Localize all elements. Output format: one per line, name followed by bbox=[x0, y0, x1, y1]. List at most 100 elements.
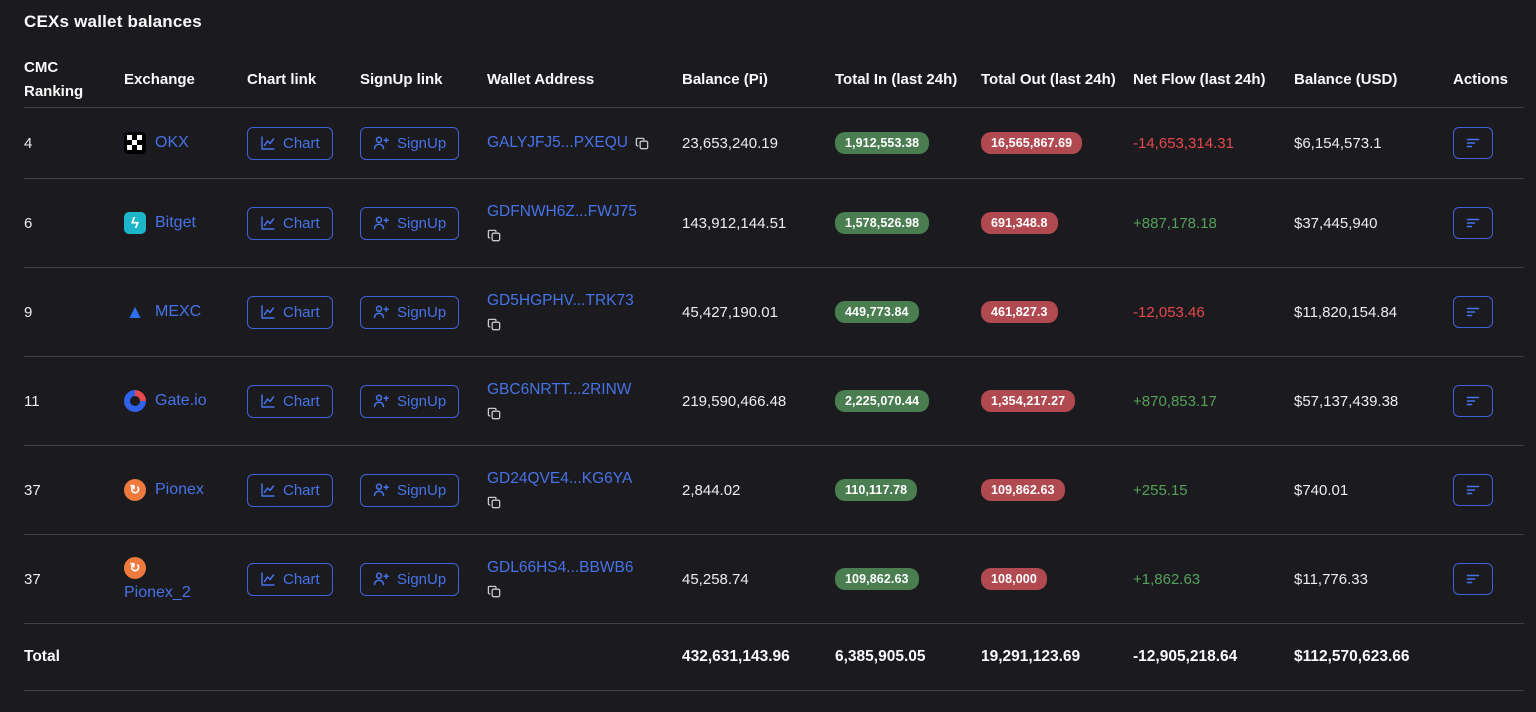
chart-link-cell: Chart bbox=[247, 563, 360, 596]
signup-button[interactable]: SignUp bbox=[360, 207, 459, 240]
signup-link-cell: SignUp bbox=[360, 385, 487, 418]
total-label: Total bbox=[24, 648, 682, 666]
copy-icon[interactable] bbox=[487, 406, 502, 421]
wallet-address-cell: GD5HGPHV...TRK73 bbox=[487, 292, 682, 332]
chart-button[interactable]: Chart bbox=[247, 563, 333, 596]
exchange-link[interactable]: Bitget bbox=[124, 212, 235, 234]
line-chart-icon bbox=[260, 393, 276, 409]
copy-icon[interactable] bbox=[635, 136, 650, 151]
balance-pi-value: 143,912,144.51 bbox=[682, 215, 835, 232]
balance-pi-value: 45,427,190.01 bbox=[682, 304, 835, 321]
wallet-address-link[interactable]: GD5HGPHV...TRK73 bbox=[487, 292, 634, 310]
actions-filter-button[interactable] bbox=[1453, 474, 1493, 506]
exchange-cell: OKX bbox=[124, 132, 247, 154]
wallet-address-cell: GDL66HS4...BBWB6 bbox=[487, 559, 682, 599]
filter-lines-icon bbox=[1465, 304, 1481, 320]
chart-button[interactable]: Chart bbox=[247, 127, 333, 160]
wallet-address-link[interactable]: GD24QVE4...KG6YA bbox=[487, 470, 632, 488]
total-in-badge: 2,225,070.44 bbox=[835, 390, 929, 412]
table-row: 4 OKX Chart bbox=[24, 108, 1524, 179]
chart-button-label: Chart bbox=[283, 215, 320, 232]
signup-link-cell: SignUp bbox=[360, 563, 487, 596]
actions-filter-button[interactable] bbox=[1453, 385, 1493, 417]
exchange-name: Bitget bbox=[155, 214, 196, 232]
balance-usd-value: $57,137,439.38 bbox=[1294, 393, 1453, 410]
table-row: 11 Gate.io Chart bbox=[24, 357, 1524, 446]
chart-button[interactable]: Chart bbox=[247, 474, 333, 507]
exchange-link[interactable]: OKX bbox=[124, 132, 235, 154]
copy-icon[interactable] bbox=[487, 495, 502, 510]
total-in-value: 6,385,905.05 bbox=[835, 648, 981, 666]
column-header-signup-link: SignUp link bbox=[360, 68, 487, 91]
filter-lines-icon bbox=[1465, 571, 1481, 587]
cmc-ranking-value: 37 bbox=[24, 571, 124, 588]
user-plus-icon bbox=[373, 304, 390, 320]
total-out-badge: 16,565,867.69 bbox=[981, 132, 1082, 154]
signup-button[interactable]: SignUp bbox=[360, 563, 459, 596]
column-header-cmc-ranking: CMC Ranking bbox=[24, 56, 124, 103]
actions-filter-button[interactable] bbox=[1453, 296, 1493, 328]
mexc-logo-icon bbox=[124, 301, 146, 323]
signup-button[interactable]: SignUp bbox=[360, 296, 459, 329]
copy-icon[interactable] bbox=[487, 317, 502, 332]
wallet-address-link[interactable]: GDFNWH6Z...FWJ75 bbox=[487, 203, 637, 221]
total-in-badge: 449,773.84 bbox=[835, 301, 919, 323]
total-in-cell: 109,862.63 bbox=[835, 568, 981, 590]
chart-link-cell: Chart bbox=[247, 207, 360, 240]
copy-icon[interactable] bbox=[487, 228, 502, 243]
total-in-cell: 449,773.84 bbox=[835, 301, 981, 323]
actions-filter-button[interactable] bbox=[1453, 127, 1493, 159]
gate-logo-icon bbox=[124, 390, 146, 412]
balance-usd-value: $6,154,573.1 bbox=[1294, 135, 1453, 152]
exchange-link[interactable]: Pionex bbox=[124, 479, 235, 501]
total-in-badge: 1,578,526.98 bbox=[835, 212, 929, 234]
total-in-badge: 110,117.78 bbox=[835, 479, 917, 501]
chart-button-label: Chart bbox=[283, 304, 320, 321]
chart-button[interactable]: Chart bbox=[247, 296, 333, 329]
wallet-address-link[interactable]: GBC6NRTT...2RINW bbox=[487, 381, 631, 399]
signup-button-label: SignUp bbox=[397, 393, 446, 410]
exchange-name: Gate.io bbox=[155, 392, 207, 410]
actions-cell bbox=[1453, 207, 1524, 239]
user-plus-icon bbox=[373, 571, 390, 587]
exchange-link[interactable]: MEXC bbox=[124, 301, 235, 323]
user-plus-icon bbox=[373, 393, 390, 409]
balance-pi-value: 219,590,466.48 bbox=[682, 393, 835, 410]
column-header-total-in: Total In (last 24h) bbox=[835, 68, 981, 91]
signup-button[interactable]: SignUp bbox=[360, 474, 459, 507]
exchange-cell: Bitget bbox=[124, 212, 247, 234]
column-header-exchange: Exchange bbox=[124, 68, 247, 91]
balance-pi-value: 2,844.02 bbox=[682, 482, 835, 499]
wallet-address-cell: GALYJFJ5...PXEQU bbox=[487, 134, 682, 152]
exchange-link[interactable]: Pionex_2 bbox=[124, 557, 235, 602]
net-flow-value: +870,853.17 bbox=[1133, 393, 1294, 410]
table-row: 9 MEXC Chart bbox=[24, 268, 1524, 357]
balance-usd-value: $11,776.33 bbox=[1294, 571, 1453, 588]
actions-filter-button[interactable] bbox=[1453, 207, 1493, 239]
column-header-chart-link: Chart link bbox=[247, 68, 360, 91]
page-title: CEXs wallet balances bbox=[24, 12, 1524, 32]
cmc-ranking-value: 9 bbox=[24, 304, 124, 321]
signup-button[interactable]: SignUp bbox=[360, 385, 459, 418]
signup-button-label: SignUp bbox=[397, 482, 446, 499]
okx-logo-icon bbox=[124, 132, 146, 154]
chart-button[interactable]: Chart bbox=[247, 385, 333, 418]
copy-icon[interactable] bbox=[487, 584, 502, 599]
exchange-name: MEXC bbox=[155, 303, 201, 321]
net-flow-value: +1,862.63 bbox=[1133, 571, 1294, 588]
total-in-cell: 2,225,070.44 bbox=[835, 390, 981, 412]
chart-button-label: Chart bbox=[283, 482, 320, 499]
table-header-row: CMC Ranking Exchange Chart link SignUp l… bbox=[24, 52, 1524, 108]
wallet-address-link[interactable]: GALYJFJ5...PXEQU bbox=[487, 134, 628, 152]
signup-button[interactable]: SignUp bbox=[360, 127, 459, 160]
wallet-address-link[interactable]: GDL66HS4...BBWB6 bbox=[487, 559, 633, 577]
chart-button[interactable]: Chart bbox=[247, 207, 333, 240]
chart-button-label: Chart bbox=[283, 571, 320, 588]
total-in-badge: 109,862.63 bbox=[835, 568, 919, 590]
net-flow-value: +887,178.18 bbox=[1133, 215, 1294, 232]
total-out-cell: 108,000 bbox=[981, 568, 1133, 590]
actions-filter-button[interactable] bbox=[1453, 563, 1493, 595]
exchange-link[interactable]: Gate.io bbox=[124, 390, 235, 412]
exchange-cell: MEXC bbox=[124, 301, 247, 323]
line-chart-icon bbox=[260, 571, 276, 587]
